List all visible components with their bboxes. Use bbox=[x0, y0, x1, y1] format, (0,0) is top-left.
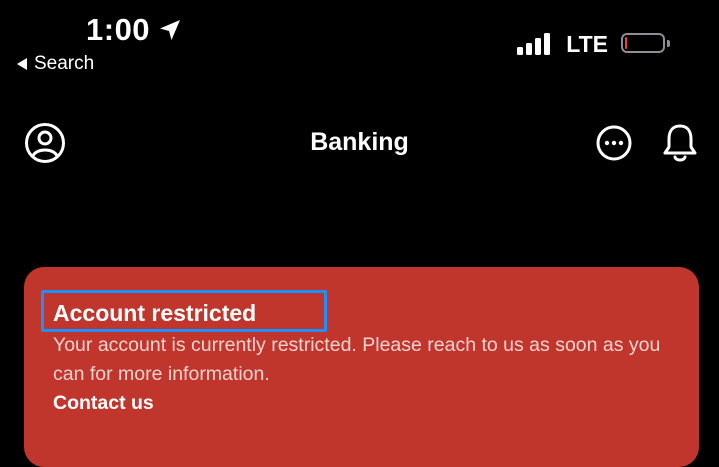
bell-icon[interactable] bbox=[661, 122, 699, 164]
alert-message: Your account is currently restricted. Pl… bbox=[53, 334, 661, 385]
nav-bar: Banking bbox=[0, 110, 719, 174]
battery-level bbox=[625, 37, 627, 49]
signal-icon bbox=[517, 33, 553, 55]
time-row: 1:00 bbox=[86, 10, 182, 50]
account-restricted-alert: Account restricted Your account is curre… bbox=[24, 267, 699, 467]
status-indicators: LTE bbox=[517, 30, 670, 58]
alert-title: Account restricted bbox=[53, 300, 257, 326]
battery-icon bbox=[621, 33, 670, 55]
status-bar: 1:00 Search LTE bbox=[0, 0, 719, 90]
back-label: Search bbox=[34, 53, 95, 74]
more-icon[interactable] bbox=[595, 124, 633, 162]
network-type: LTE bbox=[566, 31, 608, 57]
back-triangle-icon bbox=[16, 57, 28, 71]
location-arrow-icon bbox=[158, 18, 182, 42]
back-to-search[interactable]: Search bbox=[16, 52, 94, 76]
contact-us-link[interactable]: Contact us bbox=[53, 389, 154, 417]
status-time: 1:00 bbox=[86, 12, 151, 47]
